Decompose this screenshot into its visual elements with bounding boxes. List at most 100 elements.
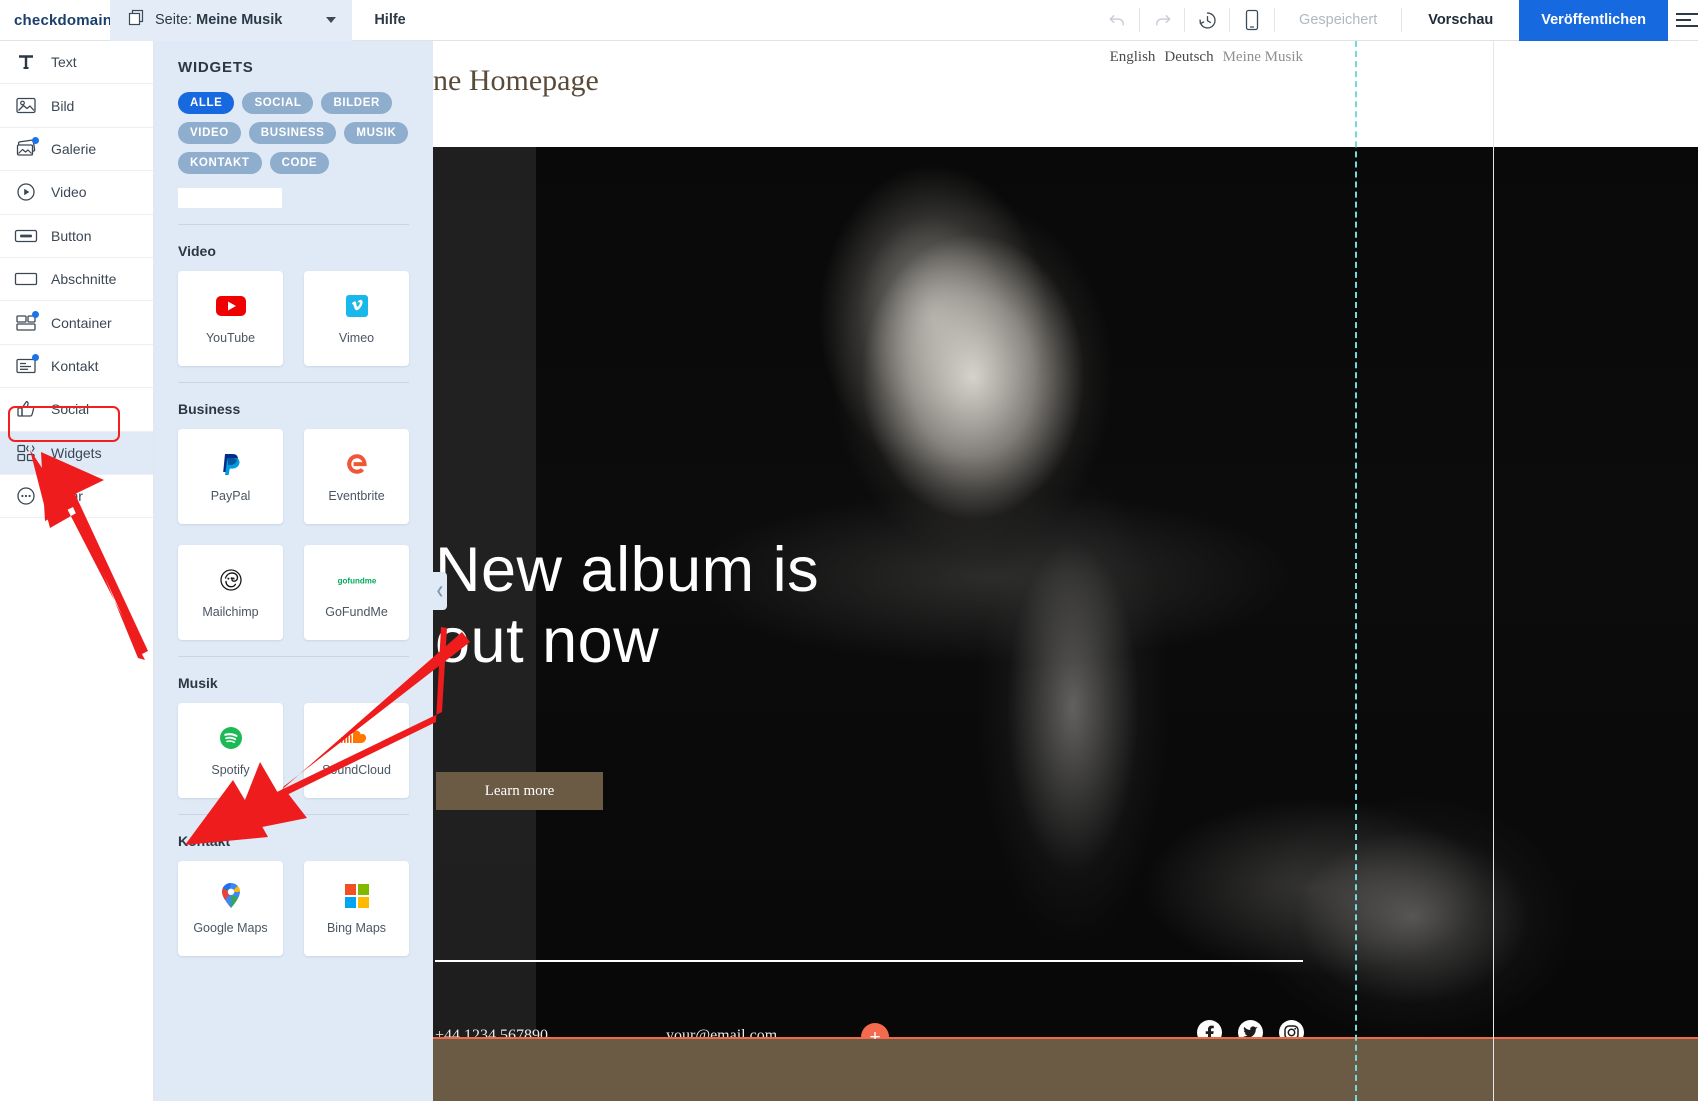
filter-chip-musik[interactable]: MUSIK (344, 122, 409, 144)
gallery-icon (14, 136, 39, 160)
site-nav: English Deutsch Meine Musik (1110, 49, 1303, 66)
instagram-icon[interactable] (1279, 1020, 1304, 1038)
widget-grid-musik: Spotify SoundCloud (178, 703, 409, 798)
filter-chip-kontakt[interactable]: KONTAKT (178, 152, 262, 174)
widget-label: PayPal (210, 488, 251, 503)
hero-heading[interactable]: New album is out now (435, 535, 865, 677)
filter-chip-video[interactable]: VIDEO (178, 122, 241, 144)
site-logo[interactable]: ne Homepage (433, 64, 599, 98)
section-divider (178, 224, 409, 225)
section-divider (178, 656, 409, 657)
widget-grid-video: YouTube Vimeo (178, 271, 409, 366)
help-button[interactable]: Hilfe (352, 12, 427, 28)
sidebar-item-text[interactable]: Text (0, 41, 153, 85)
nav-link-meine-musik[interactable]: Meine Musik (1223, 49, 1303, 66)
nav-link-deutsch[interactable]: Deutsch (1164, 49, 1213, 66)
sidebar-item-bild[interactable]: Bild (0, 84, 153, 128)
widget-card-paypal[interactable]: PayPal (178, 429, 283, 524)
sidebar-item-container[interactable]: Container (0, 301, 153, 345)
sidebar-item-mehr[interactable]: Mehr (0, 475, 153, 519)
mobile-preview-icon[interactable] (1230, 9, 1274, 31)
redo-icon[interactable] (1140, 11, 1184, 30)
widget-card-spotify[interactable]: Spotify (178, 703, 283, 798)
vimeo-icon (345, 293, 369, 319)
filter-chip-business[interactable]: BUSINESS (248, 122, 337, 144)
widget-card-gofundme[interactable]: gofundme GoFundMe (304, 545, 409, 640)
widget-card-soundcloud[interactable]: SoundCloud (304, 703, 409, 798)
history-clock-icon[interactable] (1185, 10, 1229, 31)
widget-label: Bing Maps (326, 920, 387, 935)
filter-chip-code[interactable]: CODE (269, 152, 330, 174)
sidebar-item-button[interactable]: Button (0, 215, 153, 258)
filter-chip-bilder[interactable]: BILDER (321, 92, 392, 114)
lower-section[interactable] (433, 1039, 1698, 1101)
help-label: Hilfe (374, 12, 406, 28)
widget-label: SoundCloud (322, 762, 391, 777)
facebook-icon[interactable] (1197, 1020, 1222, 1038)
sidebar-item-label: Container (51, 314, 112, 331)
widget-card-google-maps[interactable]: Google Maps (178, 861, 283, 956)
sidebar-item-social[interactable]: Social (0, 388, 153, 432)
sidebar-item-galerie[interactable]: Galerie (0, 128, 153, 172)
page-selector-label: Seite: Meine Musik (155, 12, 282, 28)
sidebar-item-label: Video (51, 184, 87, 201)
hero-learn-more-button[interactable]: Learn more (436, 772, 603, 810)
chevron-down-icon[interactable] (326, 17, 337, 23)
twitter-icon[interactable] (1238, 1020, 1263, 1038)
sidebar-item-label: Text (51, 54, 77, 71)
spotify-icon (218, 725, 244, 751)
filter-chip-social[interactable]: SOCIAL (242, 92, 314, 114)
sidebar-item-label: Widgets (51, 444, 102, 461)
widgets-panel: WIDGETS ALLE SOCIAL BILDER VIDEO BUSINES… (154, 41, 433, 1101)
widget-grid-business: PayPal Eventbrite Mailchimp gofundme GoF… (178, 429, 409, 640)
publish-button[interactable]: Veröffentlichen (1519, 0, 1668, 41)
widget-label: Mailchimp (202, 604, 259, 619)
panel-collapse-handle[interactable]: ❮ (433, 572, 447, 610)
widget-card-mailchimp[interactable]: Mailchimp (178, 545, 283, 640)
button-icon (14, 225, 38, 247)
sidebar-item-widgets[interactable]: Widgets (0, 431, 153, 475)
bing-maps-icon (344, 883, 370, 909)
page-name: Meine Musik (196, 12, 283, 28)
new-badge (32, 353, 39, 361)
sidebar-item-label: Abschnitte (51, 271, 117, 288)
sidebar-item-label: Galerie (51, 140, 97, 157)
widget-card-youtube[interactable]: YouTube (178, 271, 283, 366)
mailchimp-icon (218, 567, 244, 593)
section-divider (178, 814, 409, 815)
widget-search-input[interactable] (178, 188, 282, 208)
google-maps-icon (220, 882, 242, 909)
undo-icon[interactable] (1095, 11, 1139, 30)
sidebar-item-video[interactable]: Video (0, 171, 153, 215)
text-icon (14, 51, 38, 73)
alignment-guide (1355, 41, 1357, 1101)
image-icon (14, 95, 38, 117)
app-logo-text: checkdomain (14, 11, 113, 29)
social-links (1197, 1020, 1304, 1038)
sidebar-item-label: Bild (51, 97, 75, 114)
pages-icon (128, 9, 145, 31)
eventbrite-icon (344, 451, 370, 477)
preview-button[interactable]: Vorschau (1402, 12, 1519, 28)
left-sidebar: Text Bild Galerie Video Button Abschnitt… (0, 41, 154, 1101)
widget-label: Google Maps (193, 920, 268, 935)
sidebar-item-abschnitte[interactable]: Abschnitte (0, 258, 153, 302)
filter-chip-alle[interactable]: ALLE (178, 92, 235, 114)
gofundme-icon: gofundme (335, 567, 379, 593)
sidebar-item-label: Social (51, 401, 90, 418)
sidebar-item-kontakt[interactable]: Kontakt (0, 345, 153, 389)
hamburger-menu-icon[interactable] (1668, 13, 1698, 27)
section-divider (178, 382, 409, 383)
widget-grid-kontakt: Google Maps Bing Maps (178, 861, 409, 956)
top-toolbar: checkdomain Seite: Meine Musik Hilfe Ges… (0, 0, 1698, 41)
nav-link-english[interactable]: English (1110, 49, 1156, 66)
widget-card-bing-maps[interactable]: Bing Maps (304, 861, 409, 956)
sidebar-item-label: Kontakt (51, 357, 99, 374)
hero-section[interactable]: New album is out now Learn more +44 1234… (433, 147, 1698, 1038)
app-logo[interactable]: checkdomain (0, 11, 113, 29)
widget-card-vimeo[interactable]: Vimeo (304, 271, 409, 366)
section-icon (14, 268, 38, 290)
widget-card-eventbrite[interactable]: Eventbrite (304, 429, 409, 524)
widget-section-title-kontakt: Kontakt (178, 833, 231, 849)
page-selector[interactable]: Seite: Meine Musik (110, 0, 353, 41)
